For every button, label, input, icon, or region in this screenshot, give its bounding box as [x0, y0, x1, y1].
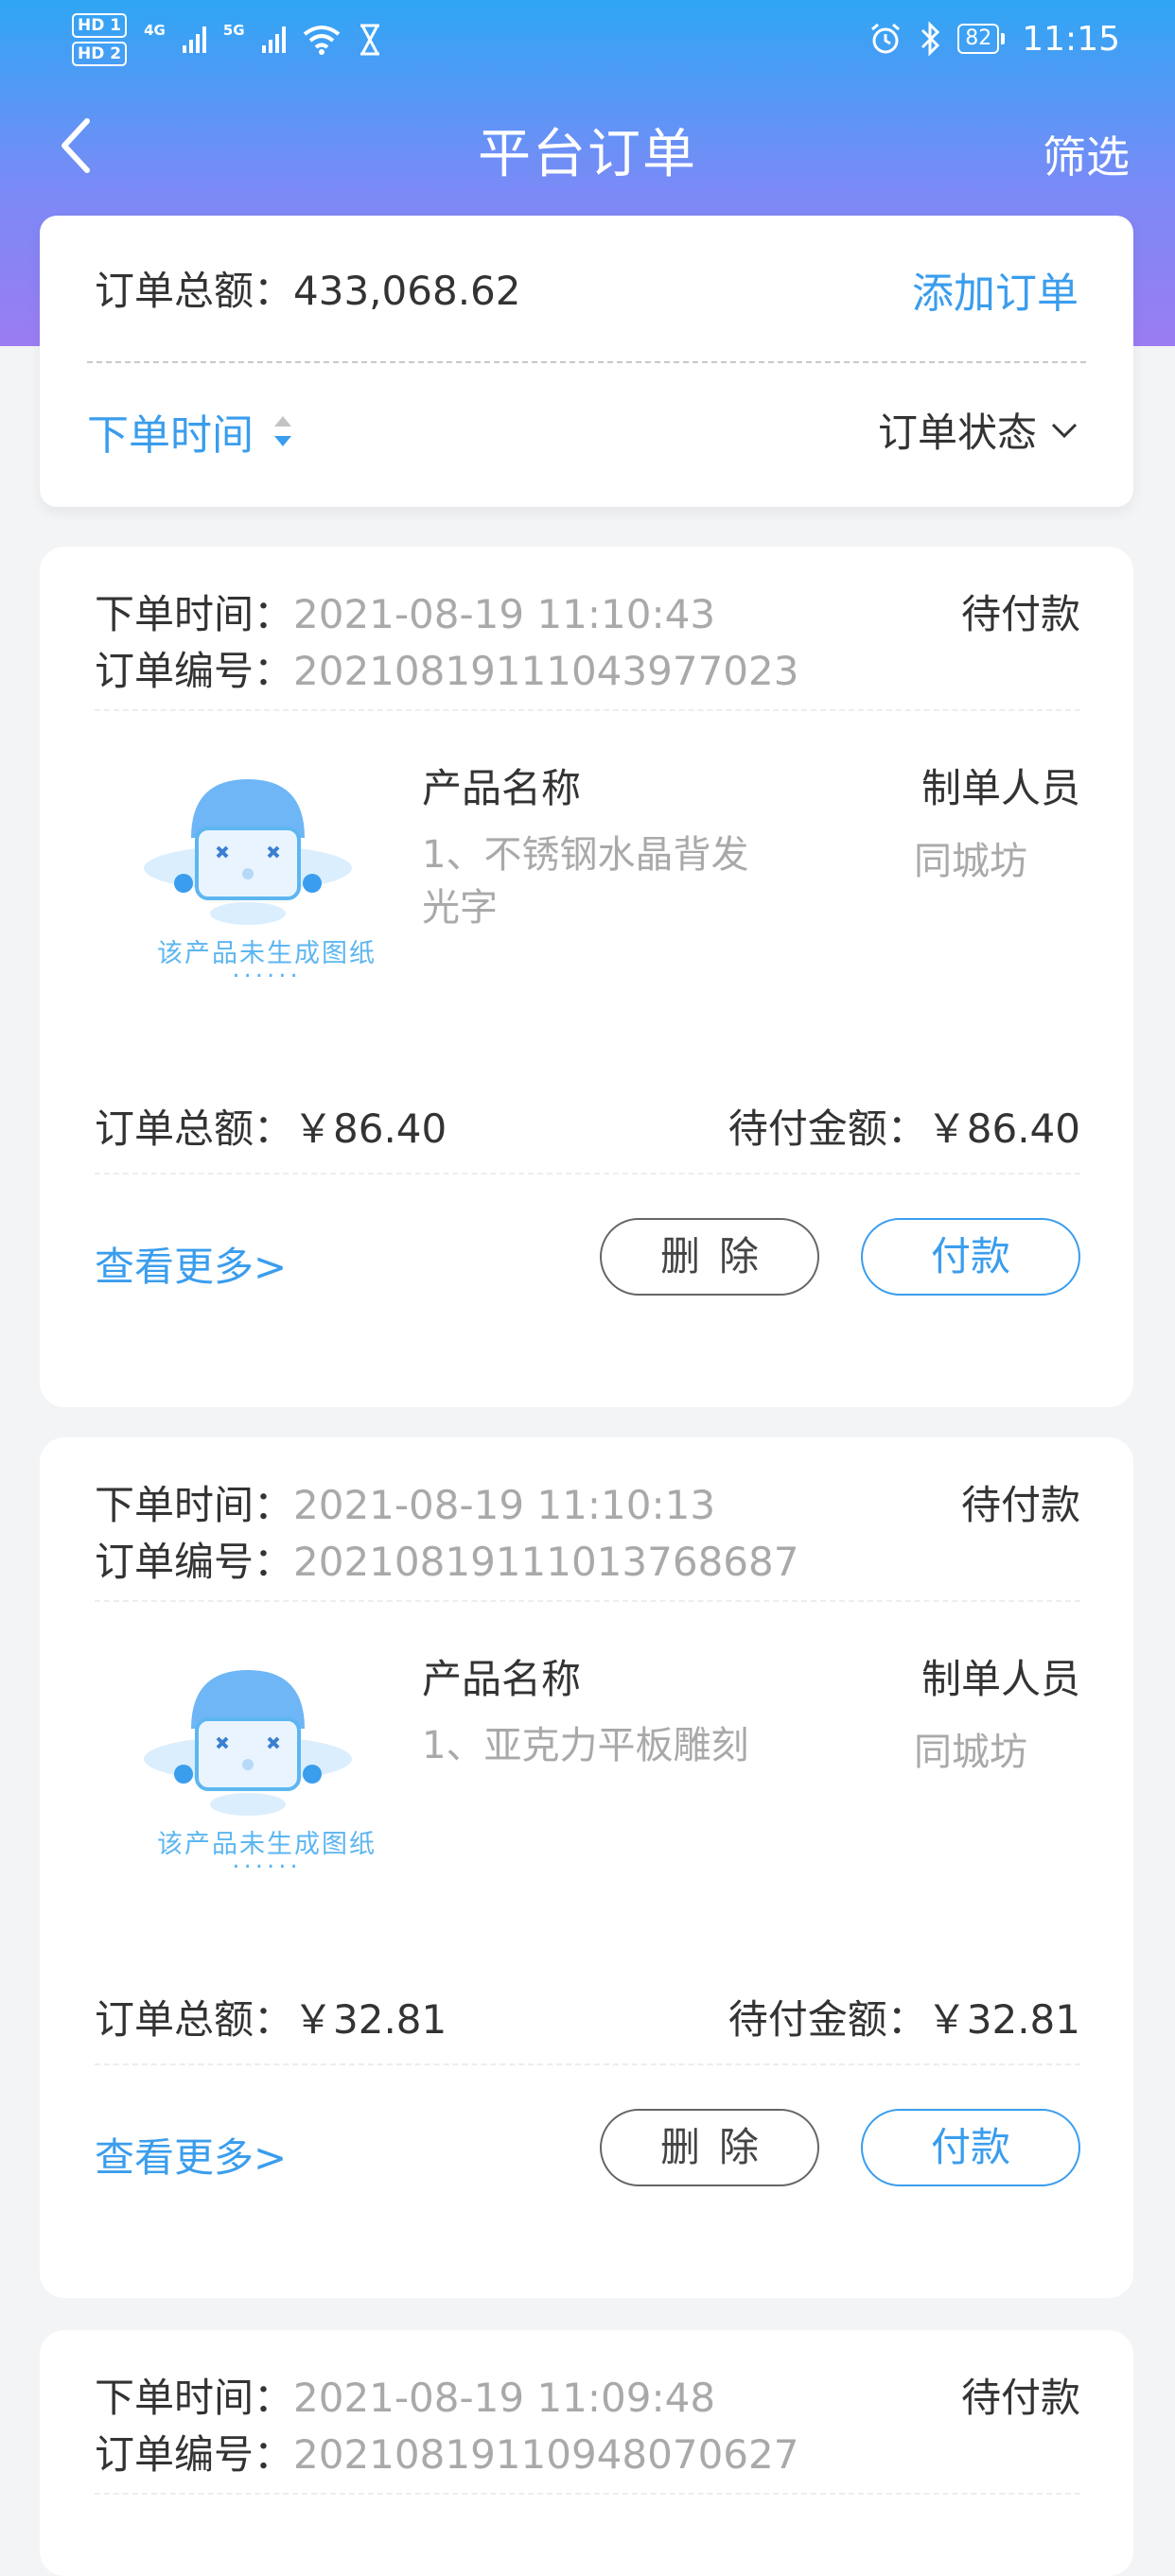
- hd-badge-2: HD 2: [72, 42, 128, 66]
- order-no-label: 订单编号：: [95, 2431, 294, 2478]
- order-total: 订单总额：￥32.81: [95, 1996, 447, 2043]
- nav-bar: 平台订单 筛选: [0, 78, 1175, 219]
- view-more-link[interactable]: 查看更多>: [95, 2126, 287, 2184]
- sort-label: 下单时间: [87, 411, 254, 460]
- divider: [95, 1600, 1080, 1602]
- order-total: 订单总额：￥86.40: [95, 1105, 447, 1152]
- order-time: 2021-08-19 11:10:43: [293, 591, 716, 637]
- order-number: 20210819111043977023: [293, 648, 799, 694]
- order-no-row: 订单编号：20210819111013768687: [95, 1530, 798, 1588]
- pending-amount: 待付金额：￥32.81: [728, 1996, 1080, 2043]
- order-time-label: 下单时间：: [95, 1482, 294, 1528]
- status-bar: HD 1 HD 2 4G 5G 82 11:15: [0, 0, 1175, 78]
- view-more-link[interactable]: 查看更多>: [95, 1235, 287, 1293]
- robot-placeholder-icon: [144, 779, 352, 925]
- order-card: 下单时间：2021-08-19 11:09:48 待付款 订单编号：202108…: [40, 2330, 1133, 2576]
- order-time-row: 下单时间：2021-08-19 11:10:13: [95, 1473, 715, 1531]
- order-card: 下单时间：2021-08-19 11:10:13 待付款 订单编号：202108…: [40, 1437, 1133, 2298]
- divider: [95, 1173, 1080, 1175]
- order-total-value: 433,068.62: [293, 268, 521, 314]
- order-time-row: 下单时间：2021-08-19 11:09:48: [95, 2366, 715, 2424]
- order-time-label: 下单时间：: [95, 591, 294, 637]
- divider: [95, 2063, 1080, 2065]
- robot-placeholder-icon: [144, 1670, 352, 1816]
- placeholder-dots: ......: [232, 1846, 302, 1874]
- order-time: 2021-08-19 11:09:48: [293, 2375, 716, 2421]
- pay-button[interactable]: 付款: [861, 2109, 1080, 2186]
- order-no-row: 订单编号：20210819111043977023: [95, 639, 798, 697]
- order-time: 2021-08-19 11:10:13: [293, 1482, 716, 1528]
- order-total-summary: 订单总额：433,068.62: [95, 259, 521, 317]
- order-status: 待付款: [960, 1482, 1080, 1528]
- order-status: 待付款: [960, 2375, 1080, 2421]
- maker-name: 同城坊: [914, 1731, 1027, 1774]
- order-no-label: 订单编号：: [95, 648, 294, 694]
- signal-icon-2: [261, 26, 286, 53]
- order-total-label: 订单总额：: [95, 268, 294, 314]
- delete-button[interactable]: 删除: [600, 2109, 819, 2186]
- chevron-down-icon: [1051, 423, 1078, 438]
- order-time-label: 下单时间：: [95, 2375, 294, 2421]
- network-type-2: 5G: [222, 22, 245, 39]
- pay-button[interactable]: 付款: [861, 1218, 1080, 1296]
- pending-amount: 待付金额：￥86.40: [728, 1105, 1080, 1152]
- divider: [95, 709, 1080, 711]
- order-no-row: 订单编号：20210819110948070627: [95, 2423, 798, 2480]
- alarm-icon: [871, 23, 901, 54]
- filter-button[interactable]: 筛选: [1043, 123, 1130, 185]
- order-status: 待付款: [960, 591, 1080, 637]
- order-status-dropdown[interactable]: 订单状态: [878, 401, 1079, 459]
- divider: [95, 2493, 1080, 2495]
- battery-icon: 82: [957, 24, 1006, 54]
- order-number: 20210819111013768687: [293, 1539, 799, 1585]
- maker-header: 制单人员: [921, 765, 1080, 811]
- product-name-header: 产品名称: [422, 1656, 582, 1702]
- summary-card: 订单总额：433,068.62 添加订单 下单时间 订单状态: [40, 216, 1133, 507]
- order-time-row: 下单时间：2021-08-19 11:10:43: [95, 583, 715, 640]
- order-number: 20210819110948070627: [293, 2431, 799, 2478]
- maker-header: 制单人员: [921, 1656, 1080, 1702]
- order-status-label: 订单状态: [877, 409, 1037, 456]
- add-order-button[interactable]: 添加订单: [912, 259, 1079, 320]
- sort-by-time-button[interactable]: 下单时间: [87, 401, 293, 461]
- hd-badge-1: HD 1: [72, 13, 128, 38]
- bluetooth-icon: [921, 21, 940, 57]
- clock: 11:15: [1022, 19, 1120, 59]
- delete-button[interactable]: 删除: [600, 1218, 819, 1296]
- maker-name: 同城坊: [914, 840, 1027, 883]
- battery-level: 82: [957, 24, 1000, 54]
- product-name: 1、不锈钢水晶背发光字: [422, 833, 749, 930]
- product-name-header: 产品名称: [422, 765, 582, 811]
- wifi-icon: [303, 26, 340, 55]
- no-drawing-placeholder: 该产品未生成图纸 ......: [144, 1653, 390, 1874]
- divider: [87, 361, 1086, 363]
- placeholder-dots: ......: [232, 955, 302, 983]
- no-drawing-placeholder: 该产品未生成图纸 ......: [144, 762, 390, 983]
- sort-arrows-icon: [274, 416, 291, 446]
- order-card: 下单时间：2021-08-19 11:10:43 待付款 订单编号：202108…: [40, 547, 1133, 1407]
- order-no-label: 订单编号：: [95, 1539, 294, 1585]
- page-title: 平台订单: [478, 124, 697, 185]
- network-type-1: 4G: [144, 22, 166, 39]
- signal-icon: [182, 26, 206, 53]
- product-name: 1、亚克力平板雕刻: [422, 1724, 749, 1767]
- hourglass-icon: [360, 24, 379, 56]
